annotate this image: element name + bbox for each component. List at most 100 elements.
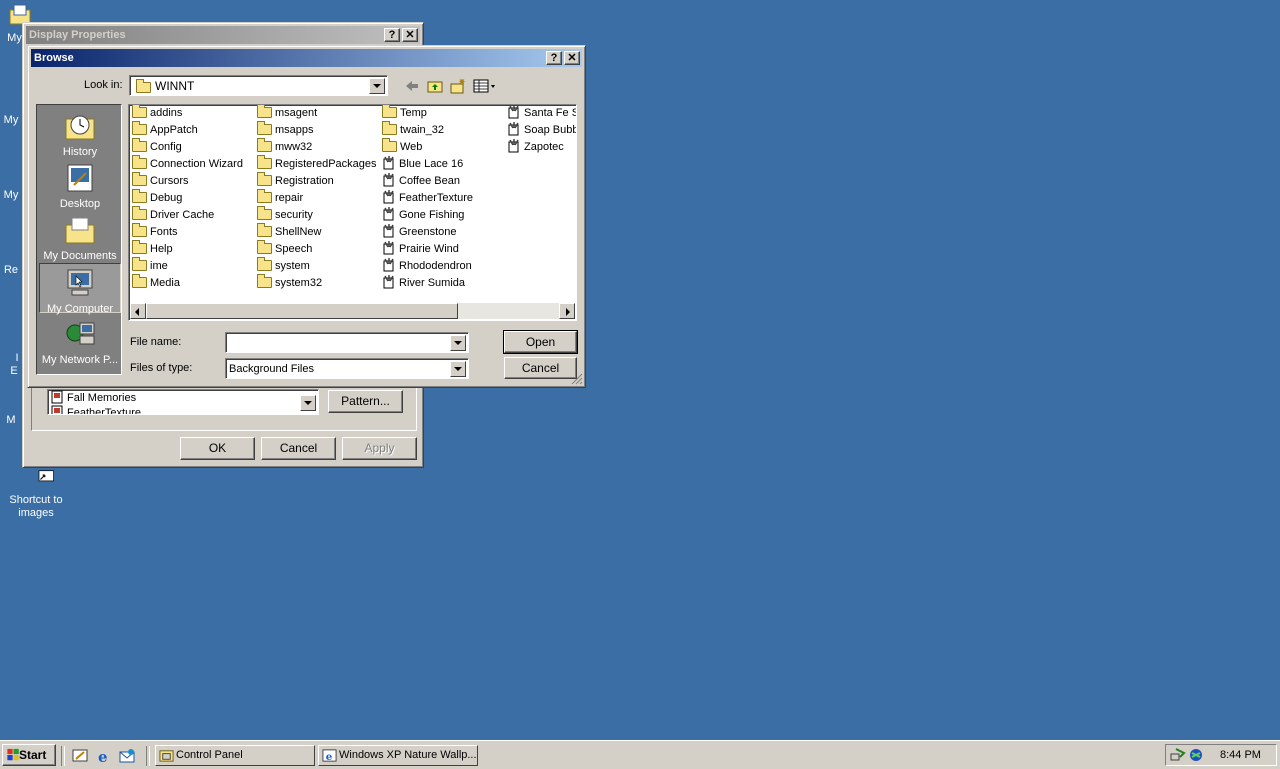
look-in-combobox[interactable]: WINNT	[129, 75, 388, 96]
folder-item[interactable]: system	[257, 257, 310, 275]
folder-icon	[132, 105, 147, 118]
wallpaper-file-item[interactable]: River Sumida	[382, 275, 465, 292]
desktop-icon-shortcut-images[interactable]: Shortcut to images	[0, 470, 72, 520]
wallpaper-file-item[interactable]: Prairie Wind	[382, 241, 459, 258]
wallpaper-file-item[interactable]: Greenstone	[382, 224, 456, 241]
browse-titlebar[interactable]: Browse ? ✕	[31, 49, 582, 67]
folder-item[interactable]: repair	[257, 189, 303, 207]
close-button[interactable]: ✕	[402, 28, 418, 42]
apply-button[interactable]: Apply	[342, 437, 417, 460]
wallpaper-file-item[interactable]: Gone Fishing	[382, 207, 464, 224]
wallpaper-dropdown-button[interactable]	[300, 395, 316, 411]
folder-item[interactable]: ShellNew	[257, 223, 321, 241]
clock[interactable]: 8:44 PM	[1220, 749, 1261, 761]
desktop-icon-recycle-bin[interactable]: Re	[0, 264, 22, 277]
scroll-thumb[interactable]	[146, 303, 458, 319]
folder-item[interactable]: RegisteredPackages	[257, 155, 377, 173]
folder-item[interactable]: Registration	[257, 172, 334, 190]
open-button[interactable]: Open	[503, 330, 578, 354]
desktop-icon-internet-explorer[interactable]: I E	[8, 339, 20, 378]
close-button[interactable]: ✕	[564, 51, 580, 65]
tray-app-icon[interactable]	[1188, 747, 1204, 763]
place-history[interactable]: History	[39, 107, 121, 158]
task-control-panel[interactable]: Control Panel	[155, 745, 315, 766]
show-desktop-icon[interactable]	[72, 748, 88, 764]
window-title: Display Properties	[29, 29, 126, 41]
system-tray: 8:44 PM	[1165, 744, 1277, 766]
folder-item[interactable]: Speech	[257, 240, 312, 258]
folder-item[interactable]: Media	[132, 274, 180, 292]
ok-button[interactable]: OK	[180, 437, 255, 460]
up-folder-icon[interactable]	[427, 78, 443, 94]
folder-item[interactable]: security	[257, 206, 313, 224]
wallpaper-file-item[interactable]: Blue Lace 16	[382, 156, 463, 173]
place-my-network-places[interactable]: My Network P...	[39, 315, 121, 366]
folder-item[interactable]: Web	[382, 138, 422, 156]
folder-item[interactable]: Cursors	[132, 172, 189, 190]
help-button[interactable]: ?	[384, 28, 400, 42]
folder-item[interactable]: msagent	[257, 105, 317, 122]
network-status-icon[interactable]	[1170, 747, 1186, 763]
wallpaper-file-item[interactable]: Zapotec	[507, 139, 564, 156]
folder-item[interactable]: Connection Wizard	[132, 155, 243, 173]
new-folder-icon[interactable]	[450, 78, 466, 94]
folder-item[interactable]: Config	[132, 138, 182, 156]
wallpaper-listbox[interactable]: Fall Memories FeatherTexture	[47, 389, 319, 415]
wallpaper-file-item[interactable]: Santa Fe St	[507, 105, 576, 122]
file-list[interactable]: addins AppPatch Config Connection Wizard Cur…	[128, 104, 577, 321]
place-label: My Network P...	[41, 354, 119, 366]
desktop-icon-media[interactable]: M	[2, 414, 20, 427]
folder-item[interactable]: system32	[257, 274, 322, 292]
wallpaper-list-item[interactable]: FeatherTexture	[50, 405, 141, 414]
pattern-button[interactable]: Pattern...	[328, 390, 403, 413]
folder-item[interactable]: msapps	[257, 121, 314, 139]
folder-icon	[257, 105, 272, 118]
desktop-icon-network[interactable]: My	[0, 189, 22, 202]
files-of-type-combobox[interactable]: Background Files	[225, 358, 469, 379]
place-my-computer[interactable]: My Computer	[39, 263, 121, 315]
wallpaper-file-item[interactable]: FeatherTexture	[382, 190, 473, 207]
internet-explorer-icon[interactable]: e	[96, 748, 112, 764]
folder-item[interactable]: mww32	[257, 138, 312, 156]
files-of-type-dropdown-button[interactable]	[450, 361, 466, 377]
place-my-documents[interactable]: My Documents	[39, 211, 121, 262]
windows-logo-icon	[7, 748, 19, 761]
folder-item[interactable]: ime	[132, 257, 168, 275]
folder-item[interactable]: Temp	[382, 105, 427, 122]
file-name-dropdown-button[interactable]	[450, 335, 466, 351]
folder-item[interactable]: Driver Cache	[132, 206, 214, 224]
file-name-combobox[interactable]	[225, 332, 469, 353]
outlook-express-icon[interactable]	[119, 748, 135, 764]
file-name-input[interactable]	[228, 335, 446, 350]
resize-grip-icon[interactable]	[571, 373, 583, 385]
view-menu-icon[interactable]	[473, 78, 497, 94]
wallpaper-file-item[interactable]: Soap Bubbl	[507, 122, 576, 139]
folder-item[interactable]: twain_32	[382, 121, 444, 139]
look-in-dropdown-button[interactable]	[369, 78, 385, 94]
display-properties-titlebar[interactable]: Display Properties ? ✕	[26, 26, 420, 44]
help-button[interactable]: ?	[546, 51, 562, 65]
file-name-label: File name:	[130, 336, 182, 348]
wallpaper-file-item[interactable]: Rhododendron	[382, 258, 472, 275]
browse-dialog: Browse ? ✕ Look in: WINNT History Deskto…	[27, 45, 586, 388]
desktop-icon-my-computer[interactable]: My	[0, 114, 22, 127]
folder-item[interactable]: Help	[132, 240, 173, 258]
cancel-button[interactable]: Cancel	[261, 437, 336, 460]
place-label: Desktop	[59, 198, 101, 210]
cancel-button[interactable]: Cancel	[504, 357, 577, 379]
folder-item[interactable]: Fonts	[132, 223, 178, 241]
folder-item[interactable]: AppPatch	[132, 121, 198, 139]
dialog-title: Browse	[34, 52, 74, 64]
scroll-right-button[interactable]	[559, 303, 575, 319]
place-desktop[interactable]: Desktop	[39, 159, 121, 210]
start-button[interactable]: Start	[2, 744, 56, 766]
scroll-left-button[interactable]	[130, 303, 146, 319]
back-arrow-icon[interactable]	[404, 78, 420, 94]
folder-item[interactable]: Debug	[132, 189, 182, 207]
folder-item[interactable]: addins	[132, 105, 182, 122]
my-computer-icon	[67, 269, 93, 296]
horizontal-scrollbar[interactable]	[130, 303, 575, 319]
folder-icon	[132, 274, 147, 288]
task-browser-window[interactable]: e Windows XP Nature Wallp...	[318, 745, 478, 766]
wallpaper-file-item[interactable]: Coffee Bean	[382, 173, 460, 190]
